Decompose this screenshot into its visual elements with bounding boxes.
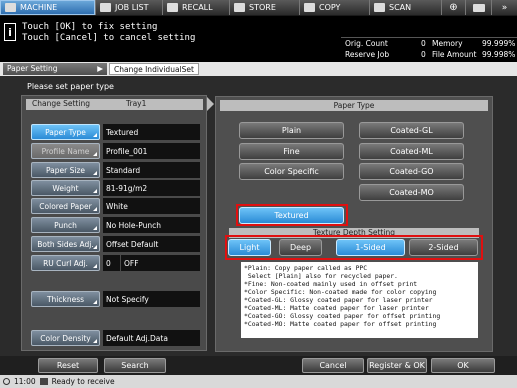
ru-curl-adj-button[interactable]: RU Curl Adj. — [31, 255, 100, 271]
coated-mo-button[interactable]: Coated-MO — [359, 184, 464, 201]
weight-button[interactable]: Weight — [31, 180, 100, 196]
color-specific-button[interactable]: Color Specific — [239, 163, 344, 180]
recall-icon — [167, 3, 178, 12]
paper-size-value: Standard — [103, 162, 200, 178]
breadcrumb-paper-setting[interactable]: Paper Setting ▶ — [3, 63, 107, 75]
punch-button[interactable]: Punch — [31, 217, 100, 233]
status-text: Ready to receive — [51, 377, 115, 386]
search-button[interactable]: Search — [104, 358, 166, 373]
two-sided-button[interactable]: 2-Sided — [409, 239, 478, 256]
thickness-button[interactable]: Thickness — [31, 291, 100, 307]
memory-label: Memory — [432, 39, 463, 48]
orig-count-label: Orig. Count — [345, 39, 388, 48]
fine-button[interactable]: Fine — [239, 143, 344, 160]
color-density-button[interactable]: Color Density — [31, 330, 100, 346]
textured-button[interactable]: Textured — [239, 207, 344, 224]
paper-size-button[interactable]: Paper Size — [31, 162, 100, 178]
file-amount-value: 99.998% — [482, 50, 516, 59]
network-icon — [39, 378, 48, 385]
paper-type-notes: *Plain: Copy paper called as PPC Select … — [241, 262, 478, 338]
store-icon — [234, 3, 245, 12]
reset-button[interactable]: Reset — [38, 358, 98, 373]
status-time: 11:00 — [14, 377, 36, 386]
colored-paper-button[interactable]: Colored Paper — [31, 198, 100, 214]
tab-scan[interactable]: SCAN — [369, 0, 441, 15]
panel-header: Change Setting Tray1 — [26, 99, 203, 110]
job-list-icon — [100, 3, 111, 12]
instruction-text: Please set paper type — [27, 82, 114, 91]
reserve-job-value: 0 — [421, 50, 426, 59]
chevron-right-icon: » — [501, 2, 508, 13]
ru-curl-mode-value: OFF — [121, 255, 200, 271]
tab-copy[interactable]: COPY — [299, 0, 369, 15]
breadcrumb: Paper Setting ▶ Change IndividualSet — [0, 62, 517, 76]
arrow-right-icon — [207, 97, 214, 111]
cancel-button[interactable]: Cancel — [302, 358, 364, 373]
register-ok-button[interactable]: Register & OK — [367, 358, 427, 373]
message-line-2: Touch [Cancel] to cancel setting — [22, 33, 196, 43]
scan-icon — [374, 3, 385, 12]
profile-name-button: Profile Name — [31, 143, 100, 159]
copy-icon — [304, 3, 315, 12]
tab-recall[interactable]: RECALL — [162, 0, 229, 15]
counter-area: Orig. Count 0 Memory 99.999% Reserve Job… — [341, 16, 517, 62]
tab-machine[interactable]: MACHINE — [0, 0, 95, 15]
tab-store[interactable]: STORE — [229, 0, 299, 15]
file-amount-label: File Amount — [432, 50, 477, 59]
punch-value: No Hole-Punch — [103, 217, 200, 233]
top-tab-bar: MACHINE JOB LIST RECALL STORE COPY SCAN … — [0, 0, 517, 16]
color-density-value: Default Adj.Data — [103, 330, 200, 346]
chevron-right-icon: ▶ — [97, 64, 103, 73]
message-line-1: Touch [OK] to fix setting — [22, 22, 158, 32]
paper-type-button[interactable]: Paper Type — [31, 124, 100, 140]
one-sided-button[interactable]: 1-Sided — [336, 239, 405, 256]
breadcrumb-change-individual-set: Change IndividualSet — [109, 63, 199, 75]
reserve-job-label: Reserve Job — [345, 50, 390, 59]
globe-button[interactable]: ⊕ — [441, 0, 465, 15]
paper-type-header: Paper Type — [220, 100, 488, 111]
ru-curl-adj-value: 0 — [103, 255, 120, 271]
coated-gl-button[interactable]: Coated-GL — [359, 122, 464, 139]
colored-paper-value: White — [103, 198, 200, 214]
message-area: i Touch [OK] to fix setting Touch [Cance… — [0, 16, 341, 62]
coated-ml-button[interactable]: Coated-ML — [359, 143, 464, 160]
info-icon: i — [4, 23, 16, 41]
paper-type-value: Textured — [103, 124, 200, 140]
both-sides-adj-value: Offset Default — [103, 236, 200, 252]
clock-icon — [3, 378, 10, 385]
deep-button[interactable]: Deep — [279, 239, 322, 256]
thickness-value: Not Specify — [103, 291, 200, 307]
globe-icon: ⊕ — [449, 2, 458, 13]
light-button[interactable]: Light — [228, 239, 271, 256]
print-status-button[interactable] — [465, 0, 491, 15]
panel-toggle-button[interactable]: » — [491, 0, 517, 15]
printer-icon — [472, 3, 485, 12]
status-bar: 11:00 Ready to receive — [0, 375, 517, 388]
memory-value: 99.999% — [482, 39, 516, 48]
machine-icon — [5, 3, 16, 12]
tab-job-list[interactable]: JOB LIST — [95, 0, 162, 15]
orig-count-value: 0 — [421, 39, 426, 48]
plain-button[interactable]: Plain — [239, 122, 344, 139]
profile-name-value: Profile_001 — [103, 143, 200, 159]
both-sides-adj-button[interactable]: Both Sides Adj. — [31, 236, 100, 252]
weight-value: 81-91g/m2 — [103, 180, 200, 196]
coated-go-button[interactable]: Coated-GO — [359, 163, 464, 180]
ok-button[interactable]: OK — [431, 358, 495, 373]
